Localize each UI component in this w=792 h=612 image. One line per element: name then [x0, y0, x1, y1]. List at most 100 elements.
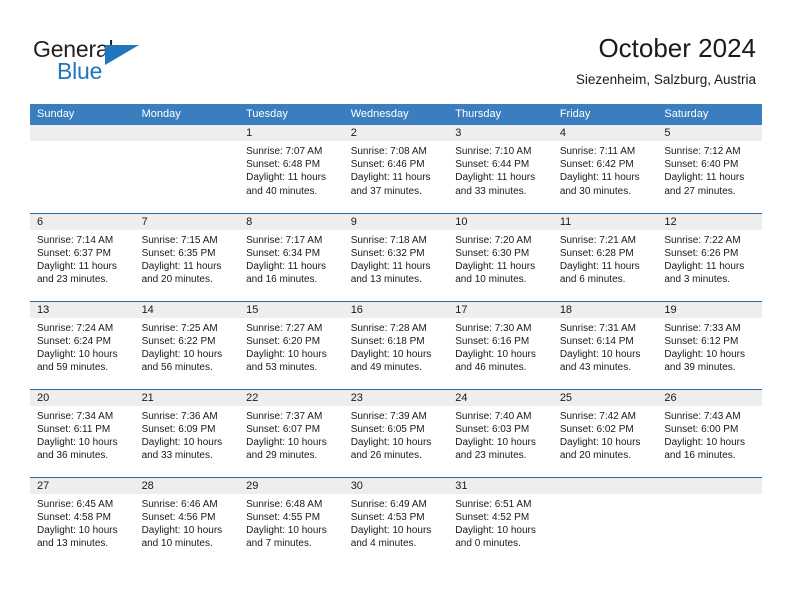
calendar-day-cell[interactable]: 27 Sunrise: 6:45 AM Sunset: 4:58 PM Dayligh… — [30, 476, 135, 565]
daylight-text: Daylight: 10 hours and 13 minutes. — [37, 524, 118, 550]
sunrise-text: Sunrise: 7:31 AM — [559, 322, 636, 334]
sunrise-text: Sunrise: 7:12 AM — [664, 146, 741, 157]
calendar-day-cell[interactable]: 23 Sunrise: 7:39 AM Sunset: 6:05 PM Dayligh… — [343, 388, 449, 477]
calendar-day-cell[interactable]: 21 Sunrise: 7:36 AM Sunset: 6:09 PM Dayligh… — [134, 388, 240, 477]
day-number — [30, 125, 135, 141]
day-number: 10 — [448, 213, 553, 230]
weekday-header-thursday: Thursday — [448, 104, 553, 125]
day-sun-info: Sunrise: 7:14 AM Sunset: 6:37 PM Daylight:… — [30, 230, 135, 287]
calendar-day-cell[interactable]: 12 Sunrise: 7:22 AM Sunset: 6:26 PM Dayligh… — [657, 212, 762, 301]
sunrise-text: Sunrise: 7:30 AM — [455, 322, 532, 334]
calendar-day-cell[interactable]: 17 Sunrise: 7:30 AM Sunset: 6:16 PM Dayligh… — [448, 300, 553, 389]
sunset-text: Sunset: 6:12 PM — [664, 335, 739, 347]
day-sun-info: Sunrise: 7:10 AM Sunset: 6:44 PM Daylight:… — [448, 141, 553, 198]
daylight-text: Daylight: 11 hours and 13 minutes. — [350, 260, 431, 286]
calendar-day-cell[interactable]: 14 Sunrise: 7:25 AM Sunset: 6:22 PM Dayligh… — [134, 300, 240, 389]
calendar-day-cell[interactable]: 18 Sunrise: 7:31 AM Sunset: 6:14 PM Dayligh… — [552, 300, 658, 389]
day-sun-info: Sunrise: 7:25 AM Sunset: 6:22 PM Daylight:… — [135, 318, 240, 375]
sunset-text: Sunset: 6:28 PM — [559, 247, 634, 259]
calendar-week-row: 1 Sunrise: 7:07 AM Sunset: 6:48 PM Daylight… — [30, 125, 762, 213]
logo[interactable]: General Blue — [33, 36, 213, 92]
sunset-text: Sunset: 6:07 PM — [246, 423, 321, 435]
calendar-page: General Blue October 2024 Siezenheim, Sa… — [0, 0, 792, 612]
sunset-text: Sunset: 6:26 PM — [664, 247, 739, 259]
day-number: 24 — [448, 389, 553, 406]
day-number: 9 — [343, 213, 449, 230]
daylight-text: Daylight: 11 hours and 30 minutes. — [559, 172, 640, 197]
daylight-text: Daylight: 10 hours and 0 minutes. — [455, 524, 536, 550]
calendar-day-cell[interactable]: 9 Sunrise: 7:18 AM Sunset: 6:32 PM Daylight… — [343, 212, 449, 301]
day-number: 7 — [134, 213, 240, 230]
daylight-text: Daylight: 10 hours and 23 minutes. — [455, 436, 536, 462]
calendar-day-cell[interactable]: 13 Sunrise: 7:24 AM Sunset: 6:24 PM Dayligh… — [30, 300, 135, 389]
day-number: 11 — [552, 213, 658, 230]
sunrise-text: Sunrise: 7:43 AM — [664, 410, 741, 422]
sunrise-text: Sunrise: 6:49 AM — [350, 498, 427, 510]
sunrise-text: Sunrise: 7:20 AM — [455, 234, 532, 246]
weekday-header-friday: Friday — [552, 104, 658, 125]
calendar-day-cell[interactable]: 29 Sunrise: 6:48 AM Sunset: 4:55 PM Dayligh… — [239, 476, 344, 565]
sunset-text: Sunset: 6:30 PM — [455, 247, 530, 259]
calendar-day-cell[interactable]: 16 Sunrise: 7:28 AM Sunset: 6:18 PM Dayligh… — [343, 300, 449, 389]
day-sun-info: Sunrise: 7:12 AM Sunset: 6:40 PM Daylight:… — [657, 141, 762, 198]
calendar-day-cell[interactable]: 28 Sunrise: 6:46 AM Sunset: 4:56 PM Dayligh… — [134, 476, 240, 565]
sunset-text: Sunset: 4:53 PM — [350, 511, 425, 523]
sunrise-text: Sunrise: 7:25 AM — [141, 322, 218, 334]
calendar-day-cell-empty — [657, 476, 762, 565]
calendar-day-cell[interactable]: 11 Sunrise: 7:21 AM Sunset: 6:28 PM Dayligh… — [552, 212, 658, 301]
calendar-day-cell[interactable]: 31 Sunrise: 6:51 AM Sunset: 4:52 PM Dayligh… — [448, 476, 553, 565]
sunset-text: Sunset: 6:11 PM — [37, 423, 111, 435]
daylight-text: Daylight: 11 hours and 23 minutes. — [37, 260, 117, 286]
calendar-day-cell[interactable]: 2 Sunrise: 7:08 AM Sunset: 6:46 PM Daylight… — [343, 125, 449, 213]
calendar-day-cell[interactable]: 20 Sunrise: 7:34 AM Sunset: 6:11 PM Dayligh… — [30, 388, 135, 477]
daylight-text: Daylight: 11 hours and 37 minutes. — [350, 172, 431, 197]
calendar-day-cell[interactable]: 1 Sunrise: 7:07 AM Sunset: 6:48 PM Daylight… — [239, 125, 344, 213]
day-number: 25 — [552, 389, 658, 406]
calendar-day-cell[interactable]: 19 Sunrise: 7:33 AM Sunset: 6:12 PM Dayligh… — [657, 300, 762, 389]
sunset-text: Sunset: 4:56 PM — [141, 511, 216, 523]
day-number: 15 — [239, 301, 344, 318]
calendar-day-cell-empty — [552, 476, 658, 565]
calendar-week-row: 27 Sunrise: 6:45 AM Sunset: 4:58 PM Dayligh… — [30, 476, 762, 565]
day-sun-info: Sunrise: 6:48 AM Sunset: 4:55 PM Daylight:… — [239, 494, 344, 551]
sunset-text: Sunset: 6:37 PM — [37, 247, 111, 259]
sunset-text: Sunset: 6:09 PM — [141, 423, 216, 435]
calendar-day-cell[interactable]: 5 Sunrise: 7:12 AM Sunset: 6:40 PM Daylight… — [657, 125, 762, 213]
calendar-body: 1 Sunrise: 7:07 AM Sunset: 6:48 PM Daylight… — [30, 125, 762, 565]
daylight-text: Daylight: 10 hours and 53 minutes. — [246, 348, 327, 374]
calendar-day-cell[interactable]: 30 Sunrise: 6:49 AM Sunset: 4:53 PM Dayligh… — [343, 476, 449, 565]
daylight-text: Daylight: 10 hours and 7 minutes. — [246, 524, 327, 550]
day-sun-info: Sunrise: 6:51 AM Sunset: 4:52 PM Daylight:… — [448, 494, 553, 551]
day-sun-info: Sunrise: 7:20 AM Sunset: 6:30 PM Daylight:… — [448, 230, 553, 287]
day-sun-info: Sunrise: 7:15 AM Sunset: 6:35 PM Daylight:… — [135, 230, 240, 287]
daylight-text: Daylight: 11 hours and 40 minutes. — [246, 172, 326, 197]
sunrise-text: Sunrise: 7:39 AM — [350, 410, 427, 422]
sunrise-text: Sunrise: 7:18 AM — [350, 234, 427, 246]
day-number: 28 — [134, 477, 240, 494]
day-number: 8 — [239, 213, 344, 230]
calendar-day-cell[interactable]: 10 Sunrise: 7:20 AM Sunset: 6:30 PM Dayligh… — [448, 212, 553, 301]
sunrise-text: Sunrise: 7:17 AM — [246, 234, 323, 246]
sunrise-text: Sunrise: 7:11 AM — [559, 146, 636, 157]
sunset-text: Sunset: 6:02 PM — [559, 423, 634, 435]
calendar-day-cell[interactable]: 8 Sunrise: 7:17 AM Sunset: 6:34 PM Daylight… — [239, 212, 344, 301]
calendar-day-cell[interactable]: 25 Sunrise: 7:42 AM Sunset: 6:02 PM Dayligh… — [552, 388, 658, 477]
daylight-text: Daylight: 10 hours and 20 minutes. — [559, 436, 641, 462]
calendar-day-cell[interactable]: 7 Sunrise: 7:15 AM Sunset: 6:35 PM Daylight… — [134, 212, 240, 301]
sunset-text: Sunset: 6:46 PM — [350, 159, 425, 171]
calendar-day-cell[interactable]: 24 Sunrise: 7:40 AM Sunset: 6:03 PM Dayligh… — [448, 388, 553, 477]
calendar-table: Sunday Monday Tuesday Wednesday Thursday… — [30, 104, 762, 565]
daylight-text: Daylight: 10 hours and 43 minutes. — [559, 348, 641, 374]
daylight-text: Daylight: 10 hours and 29 minutes. — [246, 436, 327, 462]
day-sun-info: Sunrise: 7:27 AM Sunset: 6:20 PM Daylight:… — [239, 318, 344, 375]
daylight-text: Daylight: 11 hours and 10 minutes. — [455, 260, 536, 286]
calendar-day-cell[interactable]: 6 Sunrise: 7:14 AM Sunset: 6:37 PM Daylight… — [30, 212, 135, 301]
calendar-day-cell[interactable]: 15 Sunrise: 7:27 AM Sunset: 6:20 PM Dayligh… — [239, 300, 344, 389]
calendar-day-cell[interactable]: 3 Sunrise: 7:10 AM Sunset: 6:44 PM Daylight… — [448, 125, 553, 213]
day-sun-info: Sunrise: 7:39 AM Sunset: 6:05 PM Daylight:… — [344, 406, 449, 463]
calendar-day-cell[interactable]: 26 Sunrise: 7:43 AM Sunset: 6:00 PM Dayligh… — [657, 388, 762, 477]
calendar-day-cell[interactable]: 22 Sunrise: 7:37 AM Sunset: 6:07 PM Dayligh… — [239, 388, 344, 477]
calendar-day-cell[interactable]: 4 Sunrise: 7:11 AM Sunset: 6:42 PM Daylight… — [552, 125, 658, 213]
day-number: 13 — [30, 301, 135, 318]
day-sun-info: Sunrise: 6:45 AM Sunset: 4:58 PM Daylight:… — [30, 494, 135, 551]
